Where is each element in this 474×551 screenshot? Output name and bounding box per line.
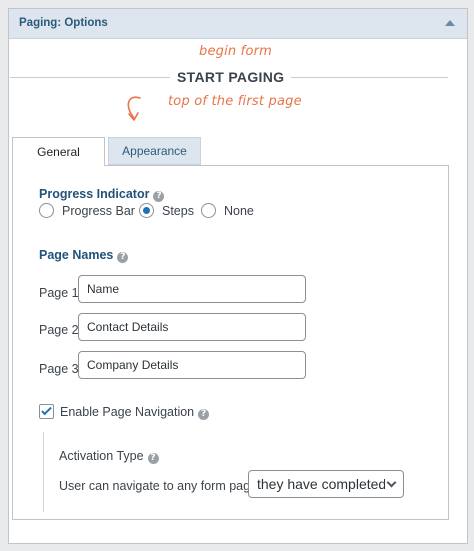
tab-general-label: General [37, 145, 80, 159]
navigation-description: User can navigate to any form page [59, 479, 258, 493]
panel-header[interactable]: Paging: Options [9, 9, 467, 39]
page-names-heading: Page Names? [39, 248, 129, 263]
top-first-page-note: top of the first page [168, 94, 302, 109]
radio-none[interactable] [201, 203, 216, 218]
radio-steps-option[interactable]: Steps [139, 203, 194, 218]
help-icon[interactable]: ? [153, 191, 165, 202]
radio-progress-bar-label: Progress Bar [62, 203, 135, 218]
page-2-label: Page 2 [39, 323, 79, 337]
paging-divider-left [10, 77, 170, 78]
page-1-label: Page 1 [39, 286, 79, 300]
help-icon[interactable]: ? [147, 453, 159, 464]
progress-indicator-heading: Progress Indicator? [39, 187, 165, 202]
page-1-name-input[interactable] [78, 275, 306, 303]
page-names-label: Page Names [39, 248, 114, 262]
radio-none-label: None [224, 203, 254, 218]
page-3-label: Page 3 [39, 362, 79, 376]
enable-page-navigation-label: Enable Page Navigation [60, 405, 195, 419]
radio-progress-bar-option[interactable]: Progress Bar [39, 203, 135, 218]
panel-title: Paging: Options [19, 17, 108, 29]
chevron-up-icon[interactable] [445, 20, 455, 26]
radio-progress-bar[interactable] [39, 203, 54, 218]
enable-page-navigation-row[interactable]: Enable Page Navigation? [60, 405, 210, 420]
chevron-down-icon [386, 477, 397, 488]
tab-general[interactable]: General [12, 137, 105, 166]
help-icon[interactable]: ? [117, 252, 129, 263]
begin-form-note: begin form [199, 44, 273, 59]
radio-none-option[interactable]: None [201, 203, 254, 218]
page-2-name-input[interactable] [78, 313, 306, 341]
tab-appearance[interactable]: Appearance [108, 137, 201, 165]
curved-arrow-icon [127, 96, 141, 121]
activation-type-row: Activation Type? [59, 449, 159, 464]
radio-steps-label: Steps [162, 203, 194, 218]
progress-indicator-label: Progress Indicator [39, 187, 150, 201]
enable-page-navigation-checkbox[interactable] [39, 404, 54, 419]
navigation-options-rule [43, 432, 44, 512]
activation-type-label: Activation Type [59, 449, 144, 463]
checkmark-icon [41, 404, 52, 416]
page-3-name-input[interactable] [78, 351, 306, 379]
start-paging-label: START PAGING [177, 69, 285, 85]
activation-type-select-value: they have completed [257, 476, 385, 492]
radio-steps[interactable] [139, 203, 154, 218]
general-tab-content [12, 165, 449, 520]
help-icon[interactable]: ? [198, 409, 210, 420]
activation-type-select[interactable]: they have completed [248, 470, 404, 498]
tab-appearance-label: Appearance [122, 144, 187, 158]
paging-divider-right [291, 77, 448, 78]
